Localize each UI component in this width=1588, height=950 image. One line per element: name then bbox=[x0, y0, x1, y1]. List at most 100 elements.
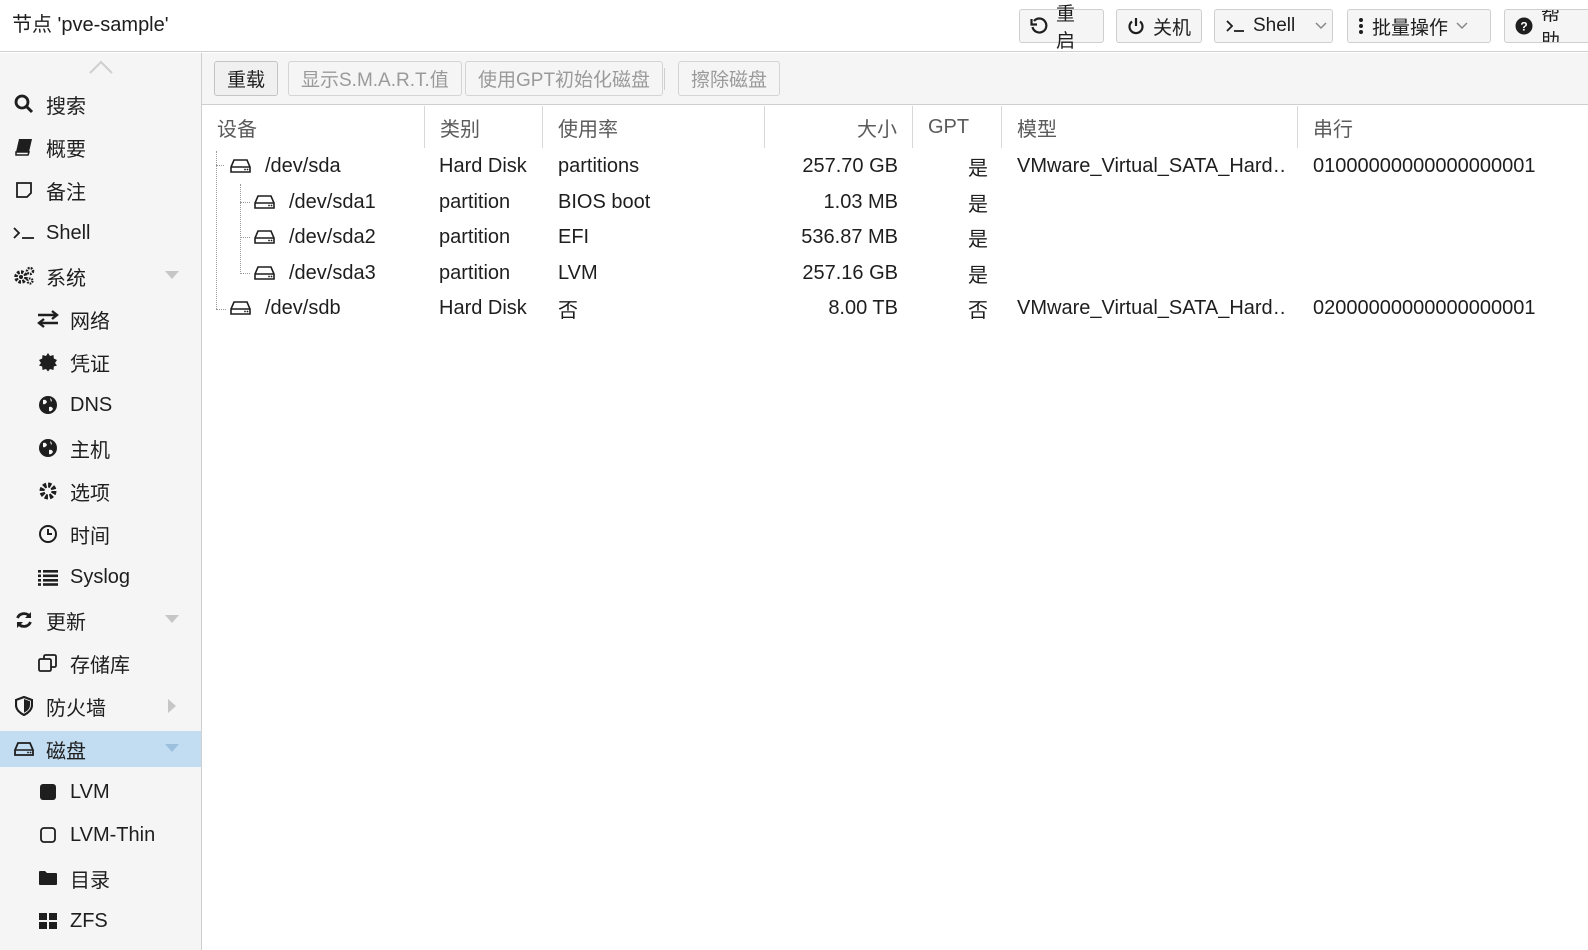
sidebar-item-options[interactable]: 选项 bbox=[0, 473, 201, 509]
scroll-up-icon[interactable] bbox=[88, 59, 114, 75]
chevron-down-icon[interactable] bbox=[1315, 22, 1327, 30]
expand-arrow-icon[interactable] bbox=[165, 271, 179, 279]
hdd-icon bbox=[254, 266, 275, 280]
help-button[interactable]: ? 帮助 bbox=[1504, 9, 1588, 43]
sidebar-item-firewall[interactable]: 防火墙 bbox=[0, 688, 201, 724]
device-cell: /dev/sda2 bbox=[254, 219, 425, 255]
sidebar-item-label: LVM bbox=[70, 780, 110, 803]
size-cell: 8.00 TB bbox=[828, 296, 898, 319]
sidebar-item-lvm[interactable]: LVM bbox=[0, 774, 201, 810]
column-header-device[interactable]: 设备 bbox=[202, 106, 425, 148]
column-header-gpt[interactable]: GPT bbox=[913, 106, 1002, 148]
help-label: 帮助 bbox=[1541, 9, 1561, 43]
sidebar-item-notes[interactable]: 备注 bbox=[0, 172, 201, 208]
table-row[interactable]: /dev/sda Hard Disk partitions 257.70 GB … bbox=[202, 148, 1588, 184]
bulk-actions-button[interactable]: 批量操作 bbox=[1347, 9, 1491, 43]
sidebar-item-syslog[interactable]: Syslog bbox=[0, 559, 201, 595]
table-row[interactable]: /dev/sda1 partition BIOS boot 1.03 MB 是 bbox=[202, 184, 1588, 220]
serial-cell bbox=[1313, 184, 1583, 220]
ellipsis-vertical-icon bbox=[1359, 18, 1363, 34]
sidebar-item-dns[interactable]: DNS bbox=[0, 387, 201, 423]
sidebar-item-summary[interactable]: 概要 bbox=[0, 129, 201, 165]
sidebar-item-directory[interactable]: 目录 bbox=[0, 860, 201, 896]
expand-arrow-icon[interactable] bbox=[165, 744, 179, 752]
column-header-usage[interactable]: 使用率 bbox=[543, 106, 765, 148]
sidebar-item-shell[interactable]: Shell bbox=[0, 215, 201, 251]
sidebar-item-label: 主机 bbox=[70, 439, 110, 462]
gpt-cell: 否 bbox=[968, 299, 988, 322]
search-icon bbox=[14, 94, 34, 114]
sidebar-item-label: 概要 bbox=[46, 138, 86, 161]
folder-icon bbox=[39, 871, 57, 885]
sidebar-item-disks[interactable]: 磁盘 bbox=[0, 731, 201, 767]
sidebar-item-label: 时间 bbox=[70, 525, 110, 548]
hdd-icon bbox=[254, 195, 275, 209]
shutdown-label: 关机 bbox=[1153, 17, 1192, 39]
chevron-down-icon bbox=[1456, 22, 1468, 30]
type-cell: partition bbox=[439, 261, 511, 284]
hdd-icon bbox=[254, 230, 275, 244]
undo-icon bbox=[1030, 17, 1048, 34]
sidebar-item-label: 凭证 bbox=[70, 353, 110, 376]
column-header-model[interactable]: 模型 bbox=[1002, 106, 1298, 148]
device-name: /dev/sda2 bbox=[289, 225, 376, 248]
sidebar-item-label: 备注 bbox=[46, 181, 86, 204]
sidebar-item-label: ZFS bbox=[70, 909, 108, 932]
serial-cell: 02000000000000000001 bbox=[1313, 296, 1536, 319]
usage-cell: 否 bbox=[558, 299, 578, 322]
sidebar-item-repositories[interactable]: 存储库 bbox=[0, 645, 201, 681]
sidebar: 搜索 概要 备注 Shell 系统 网络 凭证 DNS 主机 选项 时间 Sys… bbox=[0, 53, 202, 950]
reboot-button[interactable]: 重启 bbox=[1019, 4, 1104, 52]
table-row[interactable]: /dev/sda3 partition LVM 257.16 GB 是 bbox=[202, 255, 1588, 291]
gear-icon bbox=[39, 482, 57, 500]
sidebar-item-time[interactable]: 时间 bbox=[0, 516, 201, 552]
usage-cell: EFI bbox=[558, 225, 590, 248]
show-smart-button[interactable]: 显示S.M.A.R.T.值 bbox=[288, 61, 462, 96]
device-cell: /dev/sda bbox=[230, 148, 425, 184]
shutdown-button[interactable]: 关机 bbox=[1116, 9, 1202, 43]
sidebar-item-updates[interactable]: 更新 bbox=[0, 602, 201, 638]
device-cell: /dev/sda3 bbox=[254, 255, 425, 291]
gpt-cell: 是 bbox=[968, 193, 988, 216]
sidebar-item-lvm-thin[interactable]: LVM-Thin bbox=[0, 817, 201, 853]
expand-arrow-icon[interactable] bbox=[165, 615, 179, 623]
usage-cell: LVM bbox=[558, 261, 598, 284]
hdd-icon bbox=[230, 301, 251, 315]
sidebar-item-zfs[interactable]: ZFS bbox=[0, 903, 201, 939]
disk-toolbar: 重载 显示S.M.A.R.T.值 使用GPT初始化磁盘 擦除磁盘 bbox=[202, 53, 1588, 105]
device-name: /dev/sdb bbox=[265, 296, 341, 319]
sidebar-item-search[interactable]: 搜索 bbox=[0, 86, 201, 122]
column-header-type[interactable]: 类别 bbox=[425, 106, 543, 148]
wipe-disk-button[interactable]: 擦除磁盘 bbox=[678, 61, 781, 96]
table-row[interactable]: /dev/sdb Hard Disk 否 8.00 TB 否 VMware_Vi… bbox=[202, 290, 1588, 326]
reload-button[interactable]: 重载 bbox=[214, 61, 279, 96]
sidebar-item-label: DNS bbox=[70, 393, 113, 416]
sidebar-item-network[interactable]: 网络 bbox=[0, 301, 201, 337]
serial-cell: 01000000000000000001 bbox=[1313, 154, 1536, 177]
sidebar-item-certificates[interactable]: 凭证 bbox=[0, 344, 201, 380]
shell-button[interactable]: Shell bbox=[1214, 9, 1333, 43]
model-cell bbox=[1017, 255, 1287, 291]
sidebar-item-system[interactable]: 系统 bbox=[0, 258, 201, 294]
serial-cell bbox=[1313, 255, 1583, 291]
node-title: 节点 'pve-sample' bbox=[12, 14, 169, 36]
column-header-serial[interactable]: 串行 bbox=[1298, 106, 1588, 148]
gears-icon bbox=[14, 266, 35, 285]
size-cell: 257.70 GB bbox=[802, 154, 898, 177]
sidebar-item-label: Shell bbox=[46, 221, 91, 244]
bulk-actions-label: 批量操作 bbox=[1372, 17, 1449, 39]
expand-arrow-right-icon[interactable] bbox=[168, 699, 176, 713]
column-header-size[interactable]: 大小 bbox=[765, 106, 913, 148]
table-row[interactable]: /dev/sda2 partition EFI 536.87 MB 是 bbox=[202, 219, 1588, 255]
sidebar-item-hosts[interactable]: 主机 bbox=[0, 430, 201, 466]
gpt-init-button[interactable]: 使用GPT初始化磁盘 bbox=[465, 61, 664, 96]
type-cell: Hard Disk bbox=[439, 296, 527, 319]
refresh-icon bbox=[16, 612, 32, 628]
globe-icon bbox=[39, 396, 57, 414]
device-name: /dev/sda3 bbox=[289, 261, 376, 284]
grid-header: 设备 类别 使用率 大小 GPT 模型 串行 bbox=[202, 106, 1588, 148]
model-cell bbox=[1017, 219, 1287, 255]
model-cell: VMware_Virtual_SATA_Hard… bbox=[1017, 154, 1287, 177]
model-cell bbox=[1017, 184, 1287, 220]
sidebar-item-label: 搜索 bbox=[46, 95, 86, 118]
